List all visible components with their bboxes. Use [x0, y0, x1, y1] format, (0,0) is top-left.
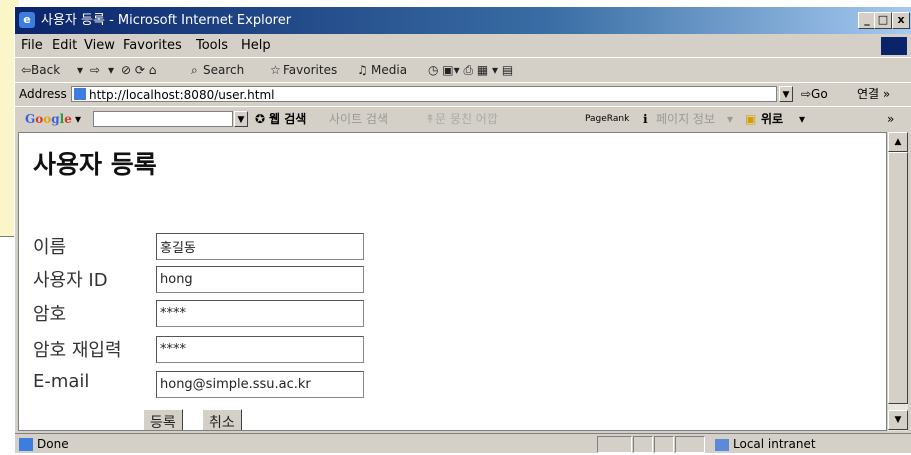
status-cell — [654, 436, 674, 453]
scroll-down-arrow[interactable]: ▼ — [888, 410, 908, 430]
scroll-up-arrow[interactable]: ▲ — [888, 132, 908, 152]
security-zone: Local intranet — [715, 434, 816, 455]
address-label: Address — [19, 87, 67, 101]
vertical-scrollbar[interactable]: ▲ ▼ — [888, 132, 908, 431]
windows-logo-icon — [881, 37, 907, 55]
address-url: http://localhost:8080/user.html — [89, 88, 275, 102]
window-title: 사용자 등록 - Microsoft Internet Explorer — [41, 13, 292, 28]
back-button[interactable]: ⇦Back — [21, 58, 60, 82]
address-input[interactable]: http://localhost:8080/user.html — [71, 86, 777, 102]
page-info-icon: ℹ — [643, 112, 648, 126]
title-bar: e 사용자 등록 - Microsoft Internet Explorer _… — [15, 7, 911, 34]
intranet-icon — [715, 438, 729, 451]
password-confirm-label: 암호 재입력 — [33, 340, 122, 361]
menu-view[interactable]: View — [84, 35, 115, 57]
google-toolbar: Google ▾ ▼ ✪ 웹 검색 사이트 검색 ↟문 뭉친 어깝 PageRa… — [15, 106, 911, 131]
page-content: 사용자 등록 이름 사용자 ID 암호 암호 재입력 E-mail 등록 취소 — [18, 132, 887, 431]
forward-button[interactable]: ⇨ — [90, 58, 100, 82]
media-button[interactable]: Media — [371, 58, 407, 82]
cancel-button[interactable]: 취소 — [202, 409, 242, 430]
toolbar-extra-icons[interactable]: ◷ ▣▾ ⎙ ▦ ▾ ▤ — [428, 58, 513, 82]
pagerank-indicator: PageRank — [585, 114, 630, 124]
page-info-dropdown[interactable]: ▾ — [727, 107, 733, 131]
user-id-input[interactable] — [156, 266, 364, 293]
password-input[interactable] — [156, 300, 364, 327]
address-bar: Address http://localhost:8080/user.html … — [15, 82, 911, 106]
menu-tools[interactable]: Tools — [196, 35, 228, 57]
favorites-icon: ☆ — [270, 63, 281, 77]
media-icon: ♫ — [357, 63, 368, 77]
page-icon — [74, 88, 86, 100]
maximize-button[interactable]: □ — [874, 12, 892, 29]
folder-up-icon: ▣ — [745, 112, 757, 126]
ie-icon: e — [19, 12, 35, 28]
page-done-icon — [19, 438, 33, 451]
password-label: 암호 — [33, 304, 67, 325]
status-cell — [633, 436, 653, 453]
status-cell — [597, 436, 632, 453]
web-search-icon: ✪ — [255, 112, 266, 126]
menu-file[interactable]: File — [21, 35, 43, 57]
google-logo[interactable]: Google — [25, 107, 72, 131]
standard-toolbar: ⇦Back ▾ ⇨ ▾ ⊘ ⟳ ⌂ ⌕ Search ☆ Favorites ♫… — [15, 57, 911, 82]
close-button[interactable]: x — [892, 12, 910, 29]
menu-edit[interactable]: Edit — [52, 35, 77, 57]
page-info-button[interactable]: 페이지 정보 — [656, 107, 715, 131]
scroll-thumb[interactable] — [888, 152, 908, 404]
menu-bar: File Edit View Favorites Tools Help — [15, 35, 911, 57]
status-bar: Done Local intranet — [15, 433, 911, 455]
menu-favorites[interactable]: Favorites — [123, 35, 182, 57]
go-button[interactable]: ⇨Go — [801, 83, 828, 106]
google-more-button[interactable]: » — [887, 107, 894, 131]
forward-dropdown[interactable]: ▾ — [108, 58, 114, 82]
name-label: 이름 — [33, 237, 67, 258]
zone-label: Local intranet — [733, 437, 816, 451]
page-title: 사용자 등록 — [33, 150, 157, 179]
links-button[interactable]: 연결 » — [857, 83, 890, 106]
back-dropdown[interactable]: ▾ — [77, 58, 83, 82]
status-text: Done — [37, 437, 69, 451]
status-cell — [675, 436, 705, 453]
up-button[interactable]: 위로 — [761, 107, 783, 131]
password-confirm-input[interactable] — [156, 336, 364, 363]
google-menu-dropdown[interactable]: ▾ — [75, 107, 81, 131]
stop-refresh-home-icons[interactable]: ⊘ ⟳ ⌂ — [121, 58, 156, 82]
menu-help[interactable]: Help — [241, 35, 271, 57]
up-dropdown[interactable]: ▾ — [799, 107, 805, 131]
web-search-button[interactable]: 웹 검색 — [269, 107, 306, 131]
name-input[interactable] — [156, 233, 364, 260]
address-dropdown[interactable]: ▼ — [779, 86, 793, 102]
submit-button[interactable]: 등록 — [143, 409, 183, 430]
search-button[interactable]: Search — [203, 58, 244, 82]
favorites-button[interactable]: Favorites — [283, 58, 337, 82]
email-input[interactable] — [156, 371, 364, 398]
google-search-input[interactable] — [93, 111, 233, 127]
email-label: E-mail — [33, 371, 90, 392]
site-search-button[interactable]: 사이트 검색 — [329, 107, 388, 131]
faded-toolbar-buttons[interactable]: ↟문 뭉친 어깝 — [425, 107, 498, 131]
search-icon: ⌕ — [191, 63, 198, 77]
google-search-dropdown[interactable]: ▼ — [234, 111, 248, 127]
user-id-label: 사용자 ID — [33, 270, 108, 291]
browser-window: e 사용자 등록 - Microsoft Internet Explorer _… — [14, 6, 911, 453]
